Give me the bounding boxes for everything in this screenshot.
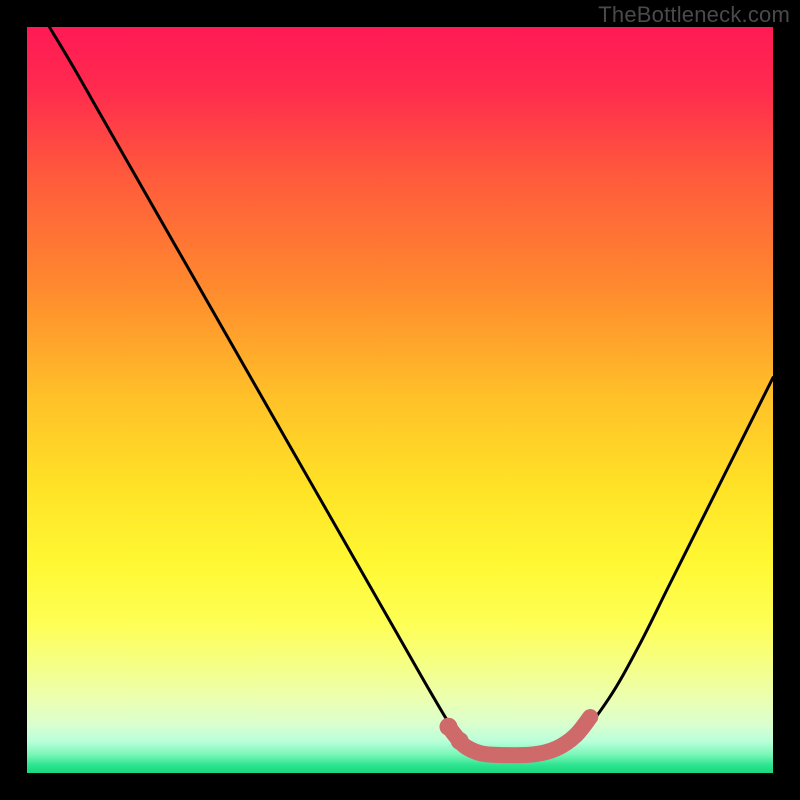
highlight-dot [451,732,469,750]
watermark-text: TheBottleneck.com [598,2,790,28]
chart-plot-area [27,27,773,773]
highlight-dot [439,718,457,736]
gradient-background [27,27,773,773]
app-frame: TheBottleneck.com [0,0,800,800]
chart-svg [27,27,773,773]
